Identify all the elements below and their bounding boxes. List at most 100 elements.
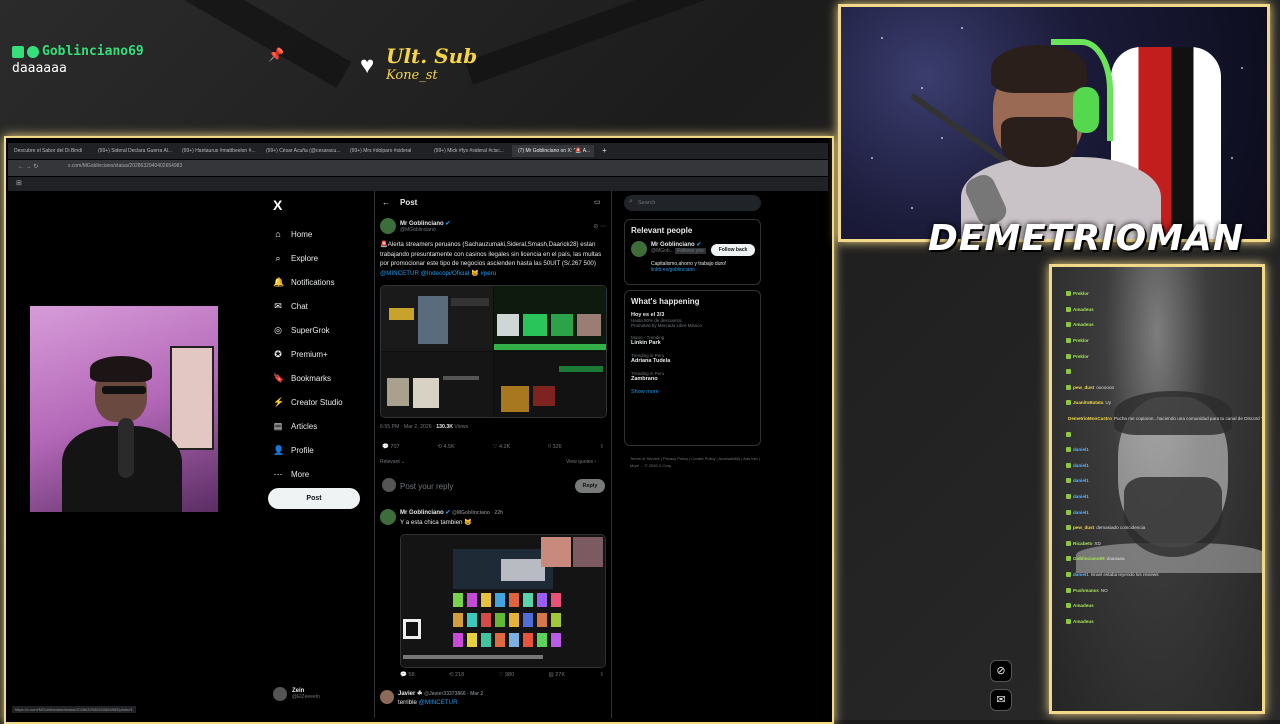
nav-label: Explore	[291, 253, 319, 263]
chat-message: daniel1	[1066, 473, 1262, 489]
chat-username[interactable]: Goblinciano69	[1073, 556, 1105, 561]
repost-action[interactable]: ⟲ 218	[449, 672, 464, 678]
apps-icon[interactable]: ⊞	[16, 179, 22, 187]
share-icon[interactable]: ⇪	[599, 672, 604, 678]
grok-icon[interactable]: ⊘	[990, 660, 1012, 682]
share-icon[interactable]: ⇪	[599, 444, 604, 450]
reply-author[interactable]: Mr Goblinciano ✔ @MGoblinciano · 22h	[400, 509, 503, 516]
chat-username[interactable]: Preklor	[1073, 354, 1089, 359]
nav-item-chat[interactable]: ✉ Chat	[273, 294, 343, 318]
avatar[interactable]	[380, 218, 396, 234]
nav-item-articles[interactable]: ▤ Articles	[273, 414, 343, 438]
chat-username[interactable]: pew_dust	[1073, 525, 1094, 530]
browser-tab[interactable]: (99+) Hantaurus #mattbeelon #...	[176, 145, 258, 157]
reader-icon[interactable]: ▭	[594, 198, 601, 206]
reply-action[interactable]: 💬 58	[400, 672, 415, 678]
trend-item[interactable]: Music · Trending Linkin Park	[631, 335, 754, 346]
post-handle[interactable]: @MGoblinciano	[400, 227, 450, 233]
reply-author[interactable]: Javier ☘ @Javier33373866 · Mar 2	[398, 690, 483, 697]
reply-button[interactable]: Reply	[575, 479, 605, 493]
chat-username[interactable]: Amadeus	[1073, 619, 1094, 624]
browser-tab-active[interactable]: (7) Mr Goblinciano on X: "🚨 A...	[512, 145, 594, 157]
grok-icon[interactable]: ⊘ ⋯	[593, 223, 606, 230]
chat-message: Goblinciano69 daaaaaa	[1066, 551, 1262, 567]
trend-item[interactable]: Hoy es el 3/3 Hasta 50% de descuento. Pr…	[631, 312, 754, 328]
grok-fab[interactable]: ⊘	[990, 660, 1012, 682]
chat-username[interactable]: Amadeus	[1073, 322, 1094, 327]
nav-item-supergrok[interactable]: ◎ SuperGrok	[273, 318, 343, 342]
avatar[interactable]	[380, 509, 396, 525]
chat-message: Preklor	[1066, 286, 1262, 302]
chat-username[interactable]: Preklor	[1073, 338, 1089, 343]
account-switcher[interactable]: Zein @ElZeeeeIn	[273, 687, 320, 701]
chat-username[interactable]: Amadeus	[1073, 307, 1094, 312]
footer-links[interactable]: Terms of Service | Privacy Policy | Cook…	[630, 455, 765, 469]
new-tab-icon[interactable]: +	[596, 145, 618, 157]
chat-username[interactable]: daniel1	[1073, 463, 1089, 468]
browser-tab[interactable]: (99+) Mick #fys #sideral #cisc...	[428, 145, 510, 157]
person-name[interactable]: Mr Goblinciano ✔	[651, 241, 706, 248]
search-input[interactable]: Search	[624, 195, 761, 211]
chat-username[interactable]: daniel1	[1073, 478, 1089, 483]
chat-username[interactable]: daniel1	[1073, 494, 1089, 499]
messages-fab[interactable]: ✉	[990, 689, 1012, 711]
chat-text: daaaaaa	[1106, 556, 1125, 562]
nav-item-bookmarks[interactable]: 🔖 Bookmarks	[273, 366, 343, 390]
person-link[interactable]: linktr.ee/goblinciano	[631, 267, 754, 273]
trend-item[interactable]: Trending in Peru Zambrano	[631, 371, 754, 382]
post-button[interactable]: Post	[268, 488, 360, 509]
reply-action[interactable]: 💬 707	[382, 444, 400, 450]
bookmark-action[interactable]: ⌑ 326	[548, 444, 562, 450]
chat-message: daniel1 Israel estaba leyendo los reviews	[1066, 567, 1262, 583]
post-image[interactable]	[380, 285, 607, 418]
chat-username[interactable]: Amadeus	[1073, 603, 1094, 608]
show-more-link[interactable]: Show more	[631, 389, 754, 395]
chat-username[interactable]: DemetrioMonCastro	[1068, 416, 1112, 421]
pin-icon: 📌	[268, 47, 285, 62]
post-header-title: Post	[400, 198, 418, 207]
sort-relevant[interactable]: Relevant ⌄	[380, 459, 405, 465]
mail-icon[interactable]: ✉	[990, 689, 1012, 711]
nav-item-premium[interactable]: ✪ Premium+	[273, 342, 343, 366]
follow-back-button[interactable]: Follow back	[711, 244, 755, 256]
like-action[interactable]: ♡ 4.2K	[493, 444, 511, 450]
trend-item[interactable]: Trending in Peru Adriana Tudela	[631, 353, 754, 364]
streamer-brand: DEMETRIOMAN	[928, 218, 1244, 259]
chat-username[interactable]: JuanitoBatata	[1073, 400, 1103, 405]
nav-item-creator-studio[interactable]: ⚡ Creator Studio	[273, 390, 343, 414]
chat-username[interactable]: Pushmanss	[1073, 588, 1099, 593]
browser-tab[interactable]: (99+) César Acuña (@cesaracu...	[260, 145, 342, 157]
address-bar[interactable]: ← → ↻ x.com/MGoblinciano/status/20286329…	[8, 160, 828, 176]
post-mentions[interactable]: @MINCETUR @Indecopi/Oficial 😺 #peru	[380, 270, 496, 277]
address-url[interactable]: x.com/MGoblinciano/status/20286329404026…	[68, 163, 182, 169]
badge-icon	[27, 45, 39, 58]
browser-tab[interactable]: (99+) Sideral Declara Guerra Al...	[92, 145, 174, 157]
reply-input[interactable]: Post your reply	[400, 482, 453, 491]
chat-username[interactable]: Preklor	[1073, 291, 1089, 296]
view-quotes-link[interactable]: View quotes ›	[566, 459, 596, 465]
nav-item-home[interactable]: ⌂ Home	[273, 222, 343, 246]
chat-username[interactable]: pew_dust	[1073, 385, 1094, 390]
casino-screenshot	[401, 535, 605, 667]
avatar[interactable]	[380, 690, 394, 704]
like-action[interactable]: ♡ 980	[499, 672, 515, 678]
browser-tab[interactable]: Descubre el Sabor del Di Bindi	[8, 145, 90, 157]
nav-item-more[interactable]: ⋯ More	[273, 462, 343, 486]
chat-username[interactable]: daniel1	[1073, 572, 1089, 577]
views-action[interactable]: ▥ 27K	[548, 672, 565, 678]
nav-item-explore[interactable]: ⌕ Explore	[273, 246, 343, 270]
chat-username[interactable]: daniel1	[1073, 510, 1089, 515]
reply-image[interactable]	[400, 534, 606, 668]
repost-action[interactable]: ⟲ 4.5K	[437, 444, 454, 450]
x-logo[interactable]: X	[273, 197, 282, 213]
nav-arrows-icon[interactable]: ← → ↻	[18, 163, 38, 170]
nav-item-profile[interactable]: 👤 Profile	[273, 438, 343, 462]
nav-item-notifications[interactable]: 🔔 Notifications	[273, 270, 343, 294]
back-arrow-icon[interactable]: ←	[382, 198, 390, 207]
avatar[interactable]	[631, 241, 647, 257]
chat-username[interactable]: Ricabeto	[1073, 541, 1092, 546]
whats-happening-title: What's happening	[631, 297, 700, 306]
chat-username[interactable]: daniel1	[1073, 447, 1089, 452]
browser-tab[interactable]: (99+) Mrs #dolparo #sideral	[344, 145, 426, 157]
post-author[interactable]: Mr Goblinciano ✔	[400, 220, 450, 227]
